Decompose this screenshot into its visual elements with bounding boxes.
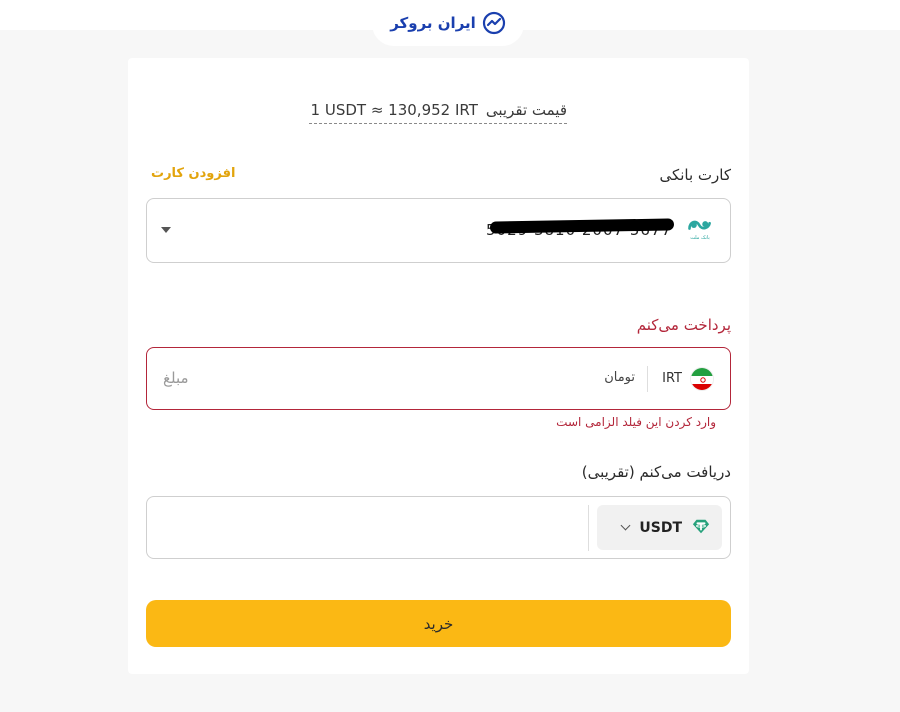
pay-label: پرداخت می‌کنم [636, 316, 731, 334]
pay-field-divider [647, 366, 648, 392]
bank-logo-icon: بانک ملت [684, 216, 716, 246]
add-card-link[interactable]: افزودن کارت [151, 166, 235, 181]
bank-name: بانک ملت [690, 235, 710, 241]
brand-logo[interactable]: ایران بروکر [372, 0, 524, 46]
pay-currency-code: IRT [662, 371, 682, 386]
rate-value: 1 USDT ≈ 130,952 IRT [310, 100, 478, 119]
receive-field-divider [588, 505, 589, 551]
pay-unit: تومان [604, 370, 635, 385]
bank-card-label: کارت بانکی [659, 166, 731, 184]
chevron-down-icon [620, 520, 631, 531]
token-name: USDT [639, 519, 682, 536]
rate-label: قیمت تقریبی [485, 100, 567, 119]
buy-form-card: قیمت تقریبی 1 USDT ≈ 130,952 IRT کارت با… [128, 58, 749, 674]
tether-icon [692, 517, 710, 539]
receive-amount-field[interactable]: USDT [146, 496, 731, 559]
pay-amount-placeholder: مبلغ [163, 369, 189, 387]
receive-label: دریافت می‌کنم (تقریبی) [581, 463, 731, 481]
approx-rate[interactable]: قیمت تقریبی 1 USDT ≈ 130,952 IRT [309, 96, 567, 124]
brand-logo-text: ایران بروکر [390, 14, 476, 32]
bank-card-select[interactable]: 5029 3810 2007 5677 بانک ملت [146, 198, 731, 263]
buy-button[interactable]: خرید [146, 600, 731, 647]
iran-flag-icon [690, 367, 714, 391]
caret-down-icon [161, 227, 171, 233]
pay-error-message: وارد کردن این فیلد الزامی است [556, 415, 716, 429]
token-select[interactable]: USDT [597, 505, 722, 550]
chart-trend-icon [482, 11, 506, 35]
pay-amount-field[interactable]: مبلغ تومان IRT [146, 347, 731, 410]
